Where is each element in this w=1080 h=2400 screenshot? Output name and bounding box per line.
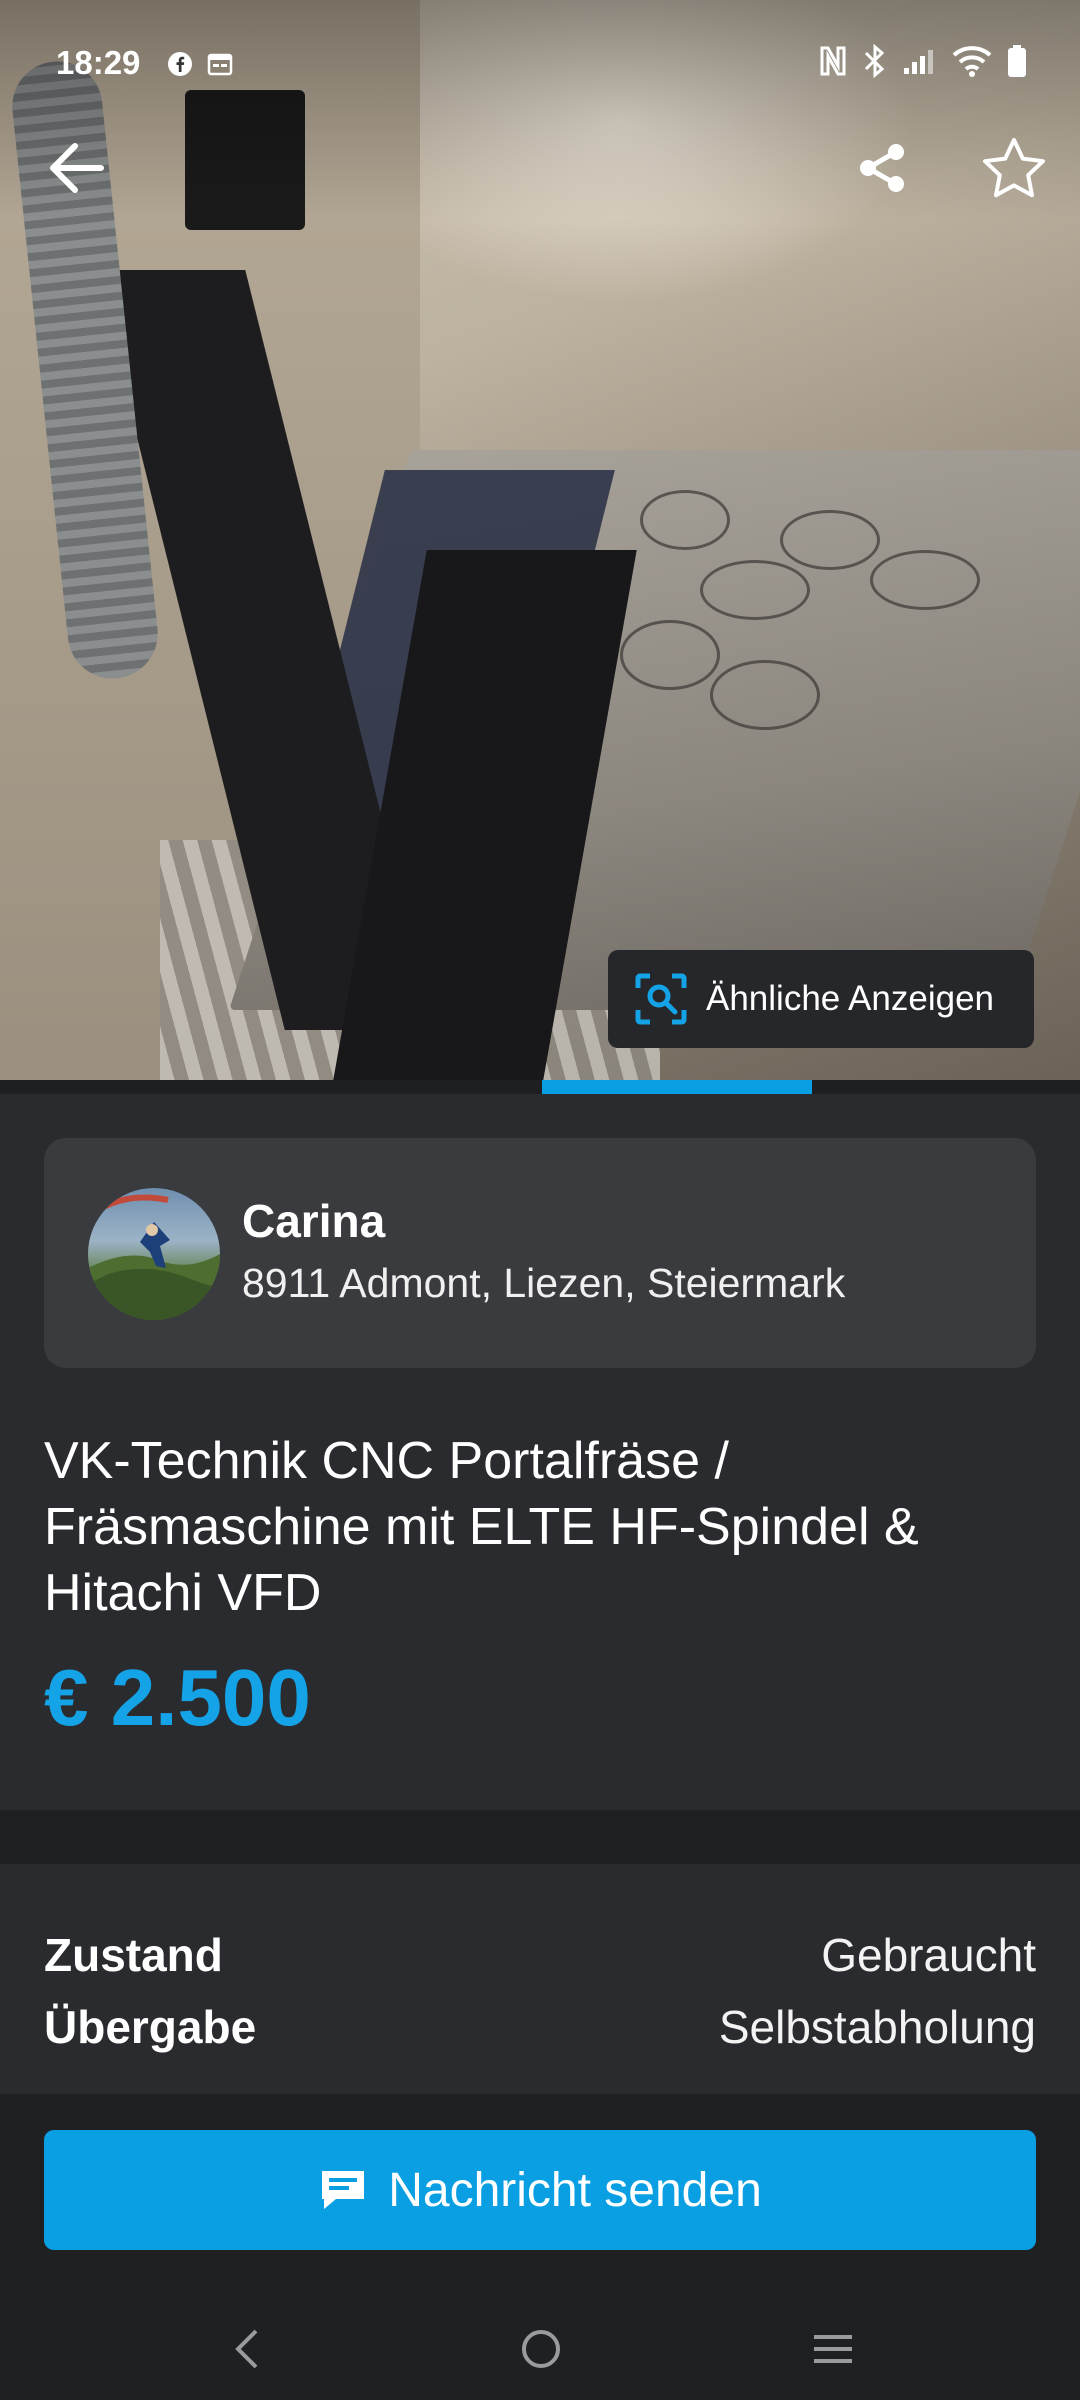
system-navigation-bar: [0, 2294, 1080, 2394]
chevron-left-icon: [235, 2329, 258, 2369]
detail-key: Zustand: [44, 1929, 223, 1981]
photo-circle: [870, 550, 980, 610]
calendar-notification-icon: [207, 53, 233, 76]
share-button[interactable]: [842, 128, 922, 208]
carousel-indicator-track: [0, 1080, 1080, 1094]
status-bar: 18:29: [0, 40, 1080, 90]
listing-price: € 2.500: [44, 1653, 311, 1742]
avatar: [88, 1188, 220, 1320]
details-section: Zustand Gebraucht Übergabe Selbstabholun…: [0, 1864, 1080, 2094]
status-time: 18:29: [56, 44, 141, 81]
star-outline-icon: [983, 138, 1045, 198]
facebook-notification-icon: [168, 52, 192, 76]
nav-recents-button[interactable]: [798, 2314, 868, 2384]
detail-value: Gebraucht: [821, 1929, 1036, 1981]
photo-circle: [710, 660, 820, 730]
detail-value: Selbstabholung: [718, 2001, 1036, 2053]
battery-icon: [1008, 45, 1026, 77]
similar-ads-label: Ähnliche Anzeigen: [706, 979, 994, 1018]
listing-title: VK-Technik CNC Portalfräse / Fräsmaschin…: [44, 1432, 919, 1622]
share-icon: [860, 144, 904, 192]
arrow-left-icon: [50, 143, 104, 193]
favorite-button[interactable]: [974, 128, 1054, 208]
send-message-button[interactable]: Nachricht senden: [44, 2130, 1036, 2250]
seller-location: 8911 Admont, Liezen, Steiermark: [242, 1260, 846, 1306]
home-circle-icon: [522, 2330, 560, 2368]
nfc-icon: [820, 46, 846, 76]
back-button[interactable]: [36, 128, 116, 208]
avatar-photo: [88, 1194, 220, 1320]
detail-key: Übergabe: [44, 2001, 257, 2053]
status-icons: [818, 44, 1028, 78]
similar-ads-button[interactable]: Ähnliche Anzeigen: [608, 950, 1034, 1048]
detail-row-condition: Zustand Gebraucht: [44, 1928, 1036, 1982]
message-icon: [322, 2171, 365, 2209]
photo-circle: [700, 560, 810, 620]
photo-circle: [620, 620, 720, 690]
nav-home-button[interactable]: [506, 2314, 576, 2384]
bluetooth-icon: [864, 44, 885, 78]
nav-back-button[interactable]: [212, 2314, 282, 2384]
bottom-action-bar: Nachricht senden: [0, 2094, 1080, 2400]
carousel-indicator-active: [542, 1080, 812, 1094]
image-search-icon: [635, 973, 687, 1025]
seller-name: Carina: [242, 1195, 386, 1247]
menu-lines-icon: [814, 2335, 852, 2363]
detail-row-handover: Übergabe Selbstabholung: [44, 2000, 1036, 2054]
seller-card[interactable]: Carina 8911 Admont, Liezen, Steiermark: [44, 1138, 1036, 1368]
wifi-icon: [952, 46, 992, 77]
section-divider: [0, 1810, 1080, 1864]
send-message-label: Nachricht senden: [388, 2163, 762, 2217]
photo-circle: [640, 490, 730, 550]
cell-signal-icon: [904, 50, 933, 74]
photo-circle: [780, 510, 880, 570]
